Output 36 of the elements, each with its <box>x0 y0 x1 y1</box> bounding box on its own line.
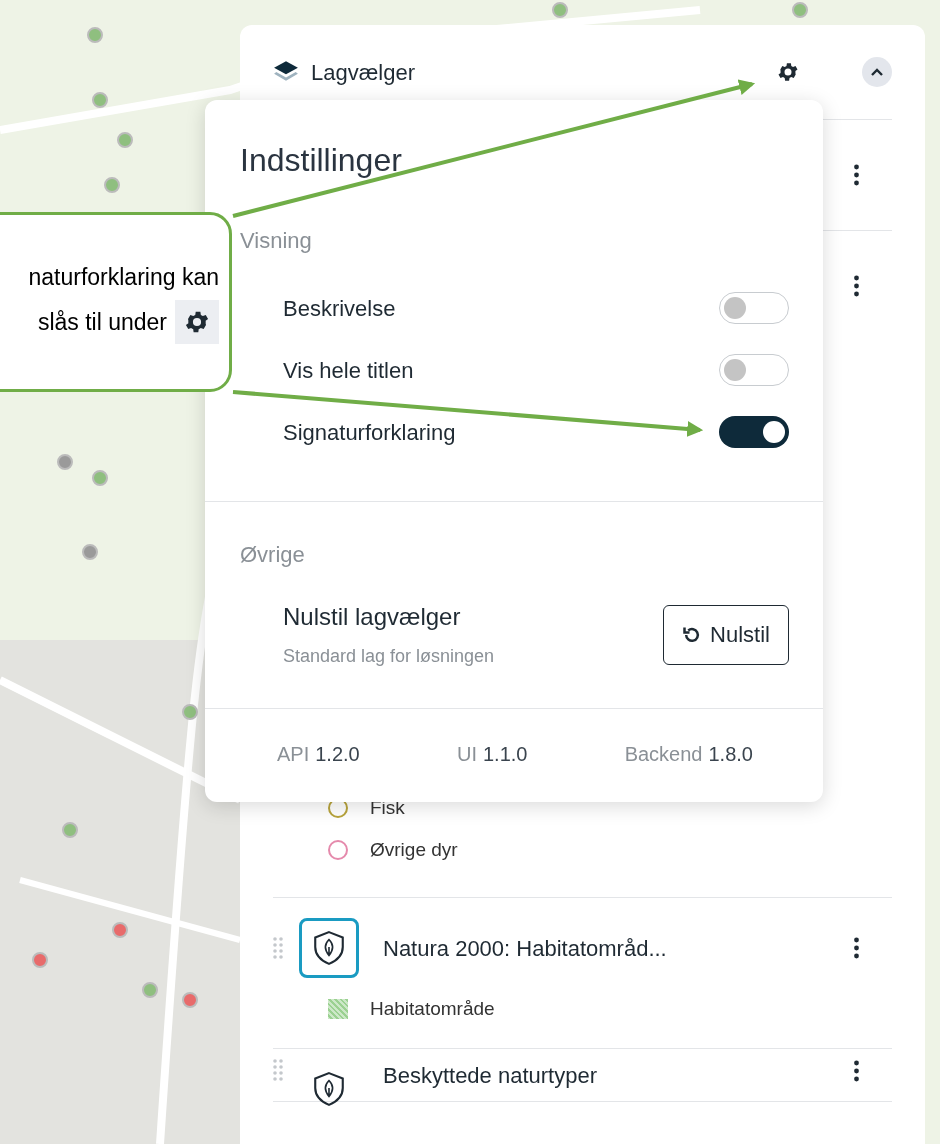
more-options-icon[interactable] <box>853 163 860 187</box>
version-label: UI <box>456 741 477 767</box>
toggle-switch[interactable] <box>719 416 789 448</box>
chevron-icon <box>871 68 883 76</box>
legend-label: Habitatområde <box>370 996 495 1021</box>
version-label: API <box>277 741 310 767</box>
toggle-label: Beskrivelse <box>283 294 397 323</box>
version-number: 1.8.0 <box>708 741 753 767</box>
settings-icon <box>175 300 219 345</box>
drag-handle-icon[interactable] <box>273 1059 283 1081</box>
callout-text: naturforklaring kan <box>28 262 219 292</box>
toggle-switch[interactable] <box>719 292 789 324</box>
more-options-icon[interactable] <box>853 936 860 960</box>
reset-description: Standard lag for løsningen <box>283 645 496 668</box>
popover-title: Indstillinger <box>240 141 402 180</box>
panel-title: Lagvælger <box>311 58 416 87</box>
reset-title: Nulstil lagvælger <box>283 602 462 632</box>
toggle-label: Vis hele titlen <box>283 356 415 385</box>
more-options-icon[interactable] <box>853 1059 860 1083</box>
toggle-label: Signaturforklaring <box>283 418 457 447</box>
callout-text: slås til under <box>37 308 167 337</box>
layer-title: Beskyttede naturtyper <box>383 1062 598 1090</box>
drag-handle-icon[interactable] <box>273 937 283 959</box>
reset-button[interactable]: Nulstil <box>663 604 789 665</box>
version-number: 1.1.0 <box>482 741 528 767</box>
legend-label: Øvrige dyr <box>370 837 458 862</box>
toggle-switch[interactable] <box>719 354 789 386</box>
layer-icon[interactable] <box>299 918 359 978</box>
more-options-icon[interactable] <box>853 274 860 298</box>
collapse-button[interactable] <box>862 57 892 87</box>
version-label: Backend <box>624 741 703 767</box>
version-number: 1.2.0 <box>315 741 360 767</box>
section-heading: Visning <box>239 227 313 255</box>
settings-icon[interactable] <box>776 60 800 84</box>
layer-title: Natura 2000: Habitatområd... <box>383 934 668 963</box>
section-heading: Øvrige <box>239 541 306 569</box>
